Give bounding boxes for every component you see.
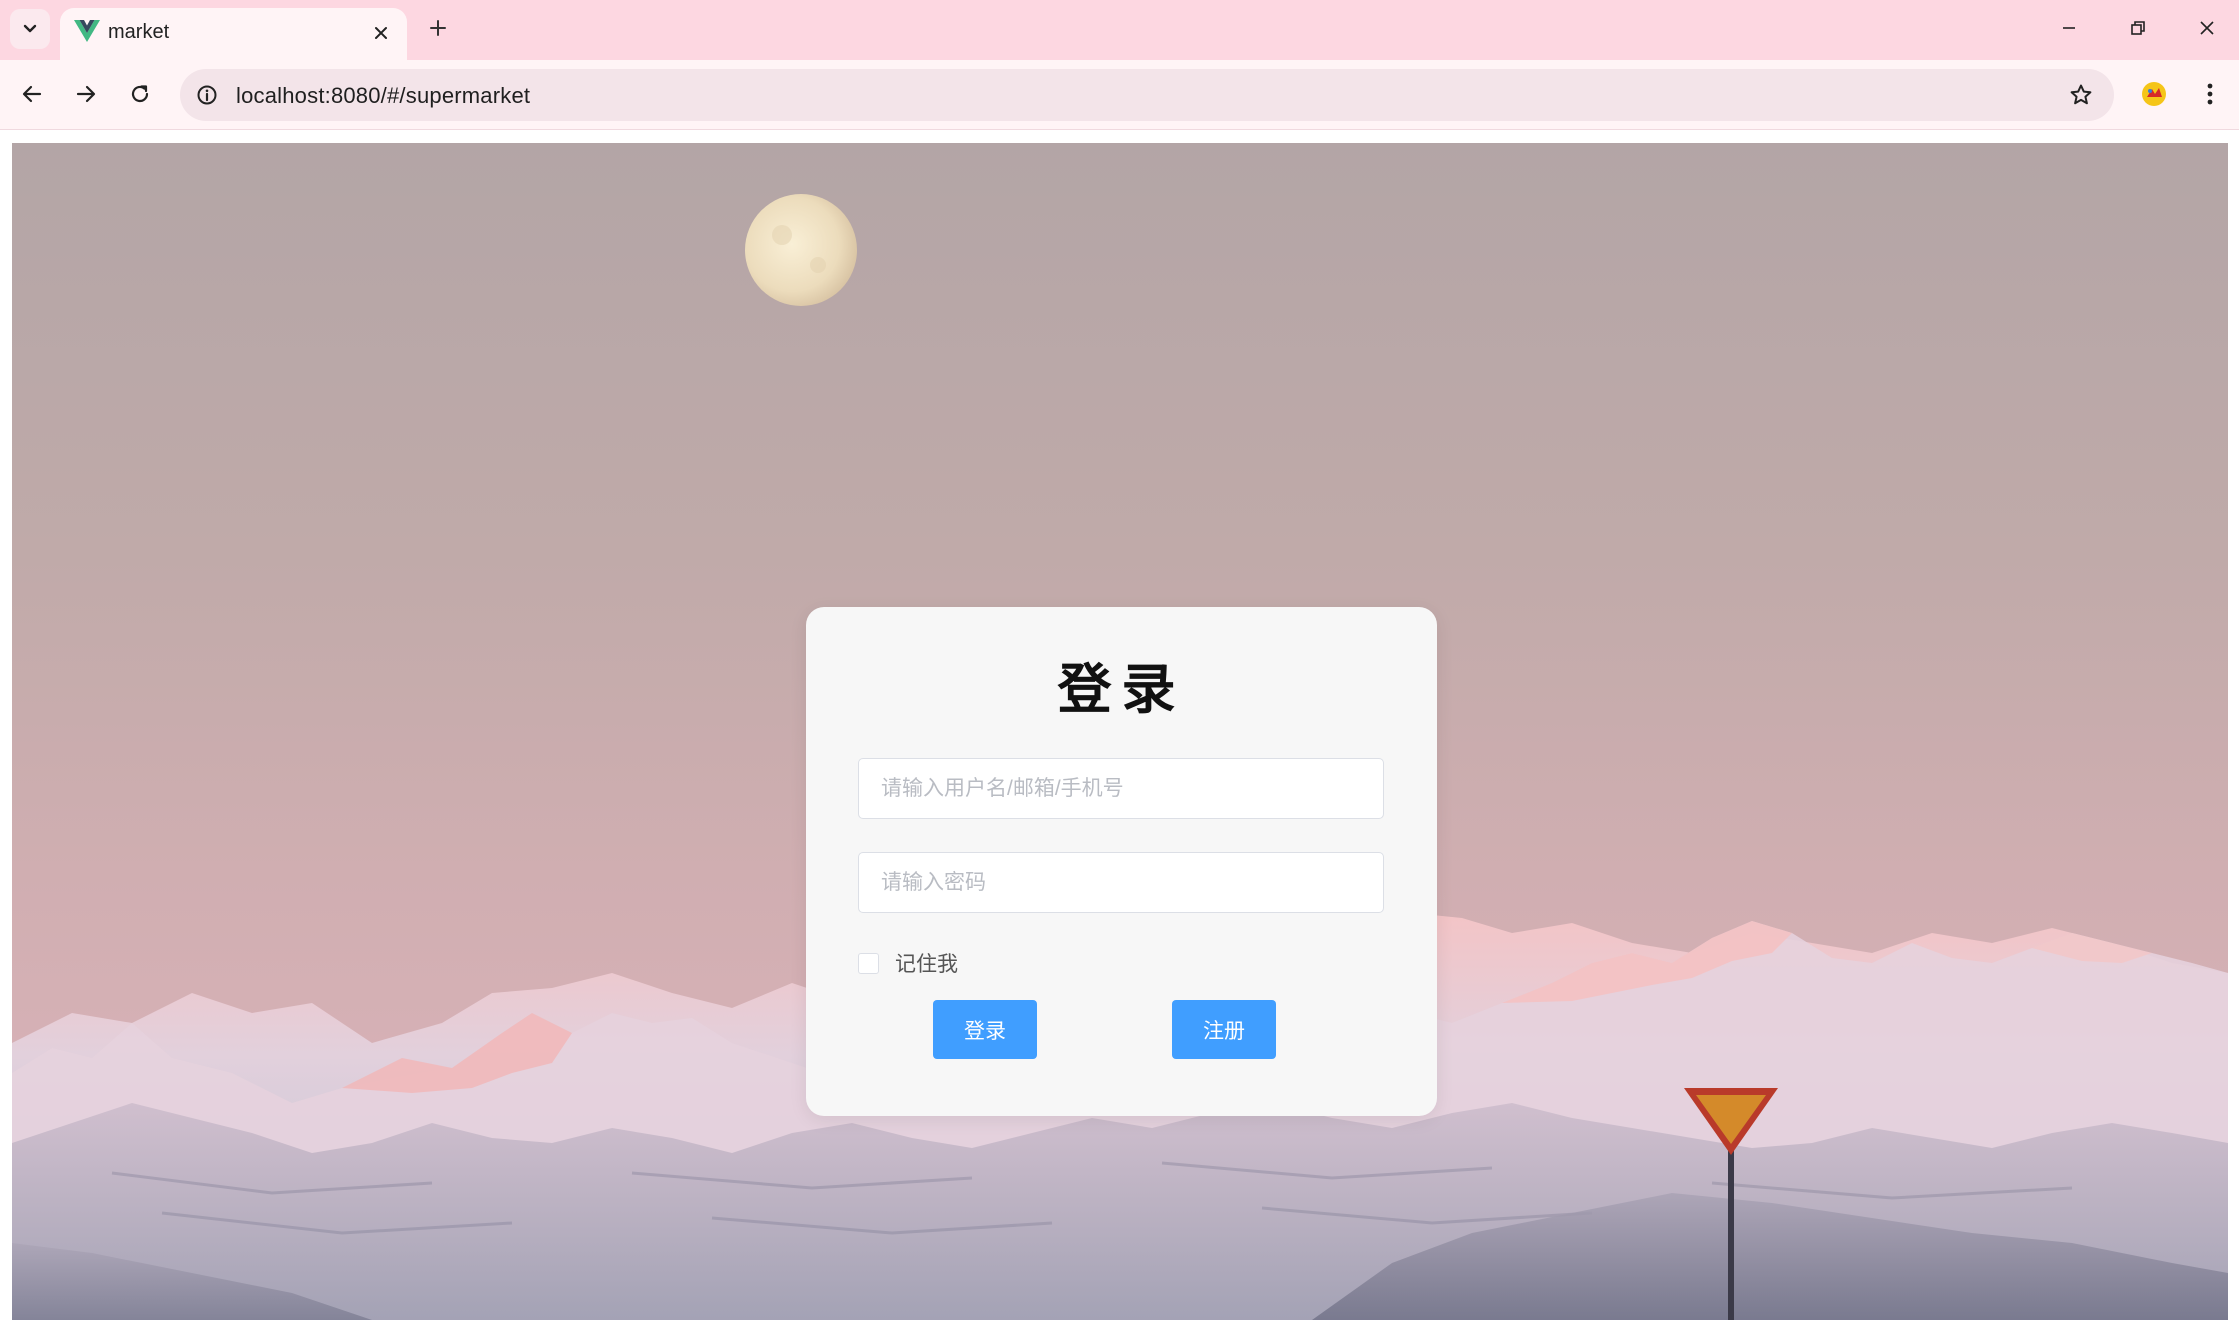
username-field[interactable] — [858, 758, 1384, 819]
forward-button[interactable] — [66, 74, 106, 114]
browser-toolbar: localhost:8080/#/supermarket — [0, 60, 2239, 130]
tab-search-button[interactable] — [10, 9, 50, 49]
minimize-icon — [2063, 27, 2075, 29]
login-button[interactable]: 登录 — [933, 1000, 1037, 1059]
url-text: localhost:8080/#/supermarket — [236, 83, 531, 108]
restore-icon — [2131, 21, 2145, 35]
password-input[interactable] — [859, 853, 1383, 912]
minimize-button[interactable] — [2049, 10, 2089, 46]
extension-button[interactable] — [2134, 74, 2174, 114]
username-input[interactable] — [859, 759, 1383, 818]
chevron-down-icon — [23, 24, 37, 33]
remember-me[interactable]: 记住我 — [858, 948, 958, 978]
more-menu-icon — [2207, 83, 2213, 105]
close-icon — [375, 27, 387, 39]
bookmark-button[interactable] — [2066, 80, 2096, 110]
tab-close-button[interactable] — [367, 19, 395, 47]
reload-button[interactable] — [120, 74, 160, 114]
register-button[interactable]: 注册 — [1172, 1000, 1276, 1059]
vue-logo-icon — [74, 20, 100, 42]
browser-menu-button[interactable] — [2190, 74, 2230, 114]
reload-icon — [131, 85, 149, 103]
bookmark-star-icon — [2070, 84, 2092, 105]
remember-me-label[interactable]: 记住我 — [895, 948, 958, 978]
page-viewport: 登录 记住我 登录 注册 — [0, 131, 2239, 1320]
tab-title: market — [108, 21, 170, 43]
remember-me-checkbox[interactable] — [858, 952, 879, 974]
restore-button[interactable] — [2118, 10, 2158, 46]
address-bar[interactable]: localhost:8080/#/supermarket — [180, 69, 2114, 121]
active-tab[interactable]: market — [60, 8, 407, 60]
window-close-icon — [2200, 21, 2214, 35]
forward-arrow-icon — [76, 85, 96, 103]
back-arrow-icon — [22, 85, 42, 103]
site-info-icon — [197, 85, 217, 105]
window-close-button[interactable] — [2187, 10, 2227, 46]
site-info-button[interactable] — [192, 80, 222, 110]
login-title: 登录 — [1057, 657, 1186, 721]
extension-icon — [2142, 82, 2166, 106]
login-card: 登录 记住我 登录 注册 — [806, 607, 1437, 1116]
plus-icon — [430, 20, 446, 36]
new-tab-button[interactable] — [420, 10, 456, 46]
password-field[interactable] — [858, 852, 1384, 913]
tab-strip: market — [0, 0, 2239, 60]
back-button[interactable] — [12, 74, 52, 114]
